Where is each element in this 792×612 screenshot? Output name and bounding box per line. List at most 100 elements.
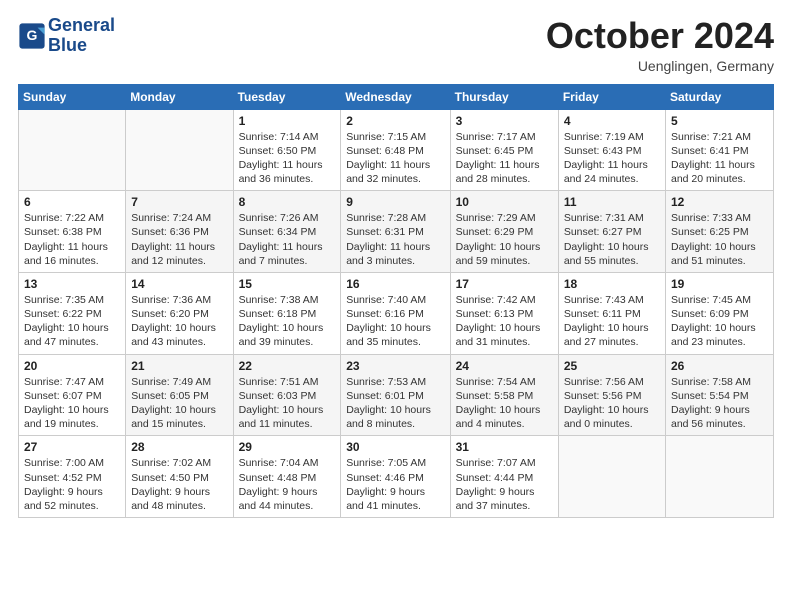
day-number: 21 [131,359,227,373]
day-info: Sunrise: 7:07 AMSunset: 4:44 PMDaylight:… [456,456,553,513]
calendar-week-row: 6 Sunrise: 7:22 AMSunset: 6:38 PMDaylight… [19,191,774,273]
calendar-cell: 12 Sunrise: 7:33 AMSunset: 6:25 PMDayligh… [666,191,774,273]
day-number: 15 [239,277,336,291]
day-header-tuesday: Tuesday [233,84,341,109]
day-info: Sunrise: 7:22 AMSunset: 6:38 PMDaylight:… [24,211,120,268]
calendar-cell: 11 Sunrise: 7:31 AMSunset: 6:27 PMDayligh… [558,191,665,273]
calendar-table: SundayMondayTuesdayWednesdayThursdayFrid… [18,84,774,518]
calendar-cell: 2Sunrise: 7:15 AMSunset: 6:48 PMDaylight… [341,109,450,191]
calendar-cell: 1 Sunrise: 7:14 AMSunset: 6:50 PMDaylight… [233,109,341,191]
calendar-cell: 3Sunrise: 7:17 AMSunset: 6:45 PMDaylight… [450,109,558,191]
day-number: 1 [239,114,336,128]
day-info: Sunrise: 7:05 AMSunset: 4:46 PMDaylight:… [346,456,444,513]
calendar-cell: 16 Sunrise: 7:40 AMSunset: 6:16 PMDayligh… [341,272,450,354]
day-number: 11 [564,195,660,209]
day-number: 4 [564,114,660,128]
calendar-cell: 8Sunrise: 7:26 AMSunset: 6:34 PMDaylight… [233,191,341,273]
day-info: Sunrise: 7:33 AMSunset: 6:25 PMDaylight:… [671,211,768,268]
calendar-week-row: 20 Sunrise: 7:47 AMSunset: 6:07 PMDayligh… [19,354,774,436]
calendar-cell: 31 Sunrise: 7:07 AMSunset: 4:44 PMDayligh… [450,436,558,518]
calendar-cell: 5 Sunrise: 7:21 AMSunset: 6:41 PMDaylight… [666,109,774,191]
day-number: 26 [671,359,768,373]
calendar-cell: 14 Sunrise: 7:36 AMSunset: 6:20 PMDayligh… [126,272,233,354]
day-number: 28 [131,440,227,454]
calendar-cell: 17 Sunrise: 7:42 AMSunset: 6:13 PMDayligh… [450,272,558,354]
day-header-monday: Monday [126,84,233,109]
month-title: October 2024 [546,16,774,56]
calendar-header-row: SundayMondayTuesdayWednesdayThursdayFrid… [19,84,774,109]
calendar-cell [126,109,233,191]
day-info: Sunrise: 7:04 AMSunset: 4:48 PMDaylight:… [239,456,336,513]
calendar-week-row: 13Sunrise: 7:35 AMSunset: 6:22 PMDayligh… [19,272,774,354]
calendar-cell: 27Sunrise: 7:00 AMSunset: 4:52 PMDayligh… [19,436,126,518]
day-info: Sunrise: 7:40 AMSunset: 6:16 PMDaylight:… [346,293,444,350]
day-number: 25 [564,359,660,373]
day-info: Sunrise: 7:21 AMSunset: 6:41 PMDaylight:… [671,130,768,187]
day-info: Sunrise: 7:45 AMSunset: 6:09 PMDaylight:… [671,293,768,350]
day-number: 22 [239,359,336,373]
day-info: Sunrise: 7:14 AMSunset: 6:50 PMDaylight:… [239,130,336,187]
day-info: Sunrise: 7:24 AMSunset: 6:36 PMDaylight:… [131,211,227,268]
day-info: Sunrise: 7:28 AMSunset: 6:31 PMDaylight:… [346,211,444,268]
calendar-cell: 6 Sunrise: 7:22 AMSunset: 6:38 PMDaylight… [19,191,126,273]
calendar-cell: 4 Sunrise: 7:19 AMSunset: 6:43 PMDaylight… [558,109,665,191]
calendar-cell: 25 Sunrise: 7:56 AMSunset: 5:56 PMDayligh… [558,354,665,436]
day-info: Sunrise: 7:43 AMSunset: 6:11 PMDaylight:… [564,293,660,350]
day-number: 19 [671,277,768,291]
day-number: 7 [131,195,227,209]
day-number: 18 [564,277,660,291]
calendar-cell: 19 Sunrise: 7:45 AMSunset: 6:09 PMDayligh… [666,272,774,354]
day-number: 29 [239,440,336,454]
day-info: Sunrise: 7:47 AMSunset: 6:07 PMDaylight:… [24,375,120,432]
day-header-wednesday: Wednesday [341,84,450,109]
calendar-cell [558,436,665,518]
day-info: Sunrise: 7:51 AMSunset: 6:03 PMDaylight:… [239,375,336,432]
calendar-cell: 13Sunrise: 7:35 AMSunset: 6:22 PMDayligh… [19,272,126,354]
day-info: Sunrise: 7:53 AMSunset: 6:01 PMDaylight:… [346,375,444,432]
day-number: 31 [456,440,553,454]
day-number: 12 [671,195,768,209]
day-number: 3 [456,114,553,128]
day-number: 16 [346,277,444,291]
day-header-sunday: Sunday [19,84,126,109]
day-number: 20 [24,359,120,373]
page-header: G General Blue October 2024 Uenglingen, … [18,16,774,74]
calendar-week-row: 1 Sunrise: 7:14 AMSunset: 6:50 PMDaylight… [19,109,774,191]
calendar-cell: 28 Sunrise: 7:02 AMSunset: 4:50 PMDayligh… [126,436,233,518]
day-info: Sunrise: 7:54 AMSunset: 5:58 PMDaylight:… [456,375,553,432]
logo-name: General Blue [48,16,115,56]
calendar-cell: 30Sunrise: 7:05 AMSunset: 4:46 PMDayligh… [341,436,450,518]
day-info: Sunrise: 7:36 AMSunset: 6:20 PMDaylight:… [131,293,227,350]
day-info: Sunrise: 7:49 AMSunset: 6:05 PMDaylight:… [131,375,227,432]
day-info: Sunrise: 7:35 AMSunset: 6:22 PMDaylight:… [24,293,120,350]
calendar-week-row: 27Sunrise: 7:00 AMSunset: 4:52 PMDayligh… [19,436,774,518]
calendar-cell: 7 Sunrise: 7:24 AMSunset: 6:36 PMDaylight… [126,191,233,273]
calendar-cell [666,436,774,518]
day-header-saturday: Saturday [666,84,774,109]
day-number: 6 [24,195,120,209]
day-number: 17 [456,277,553,291]
day-number: 10 [456,195,553,209]
day-number: 23 [346,359,444,373]
day-info: Sunrise: 7:56 AMSunset: 5:56 PMDaylight:… [564,375,660,432]
day-header-thursday: Thursday [450,84,558,109]
calendar-cell: 18 Sunrise: 7:43 AMSunset: 6:11 PMDayligh… [558,272,665,354]
day-number: 27 [24,440,120,454]
calendar-cell: 9Sunrise: 7:28 AMSunset: 6:31 PMDaylight… [341,191,450,273]
day-info: Sunrise: 7:02 AMSunset: 4:50 PMDaylight:… [131,456,227,513]
calendar-cell: 29 Sunrise: 7:04 AMSunset: 4:48 PMDayligh… [233,436,341,518]
logo: G General Blue [18,16,115,56]
calendar-cell: 24Sunrise: 7:54 AMSunset: 5:58 PMDayligh… [450,354,558,436]
svg-text:G: G [27,27,38,43]
day-info: Sunrise: 7:42 AMSunset: 6:13 PMDaylight:… [456,293,553,350]
day-number: 2 [346,114,444,128]
day-info: Sunrise: 7:31 AMSunset: 6:27 PMDaylight:… [564,211,660,268]
calendar-cell: 22 Sunrise: 7:51 AMSunset: 6:03 PMDayligh… [233,354,341,436]
day-number: 14 [131,277,227,291]
day-info: Sunrise: 7:58 AMSunset: 5:54 PMDaylight:… [671,375,768,432]
day-info: Sunrise: 7:19 AMSunset: 6:43 PMDaylight:… [564,130,660,187]
day-header-friday: Friday [558,84,665,109]
day-info: Sunrise: 7:26 AMSunset: 6:34 PMDaylight:… [239,211,336,268]
title-block: October 2024 Uenglingen, Germany [546,16,774,74]
day-number: 5 [671,114,768,128]
